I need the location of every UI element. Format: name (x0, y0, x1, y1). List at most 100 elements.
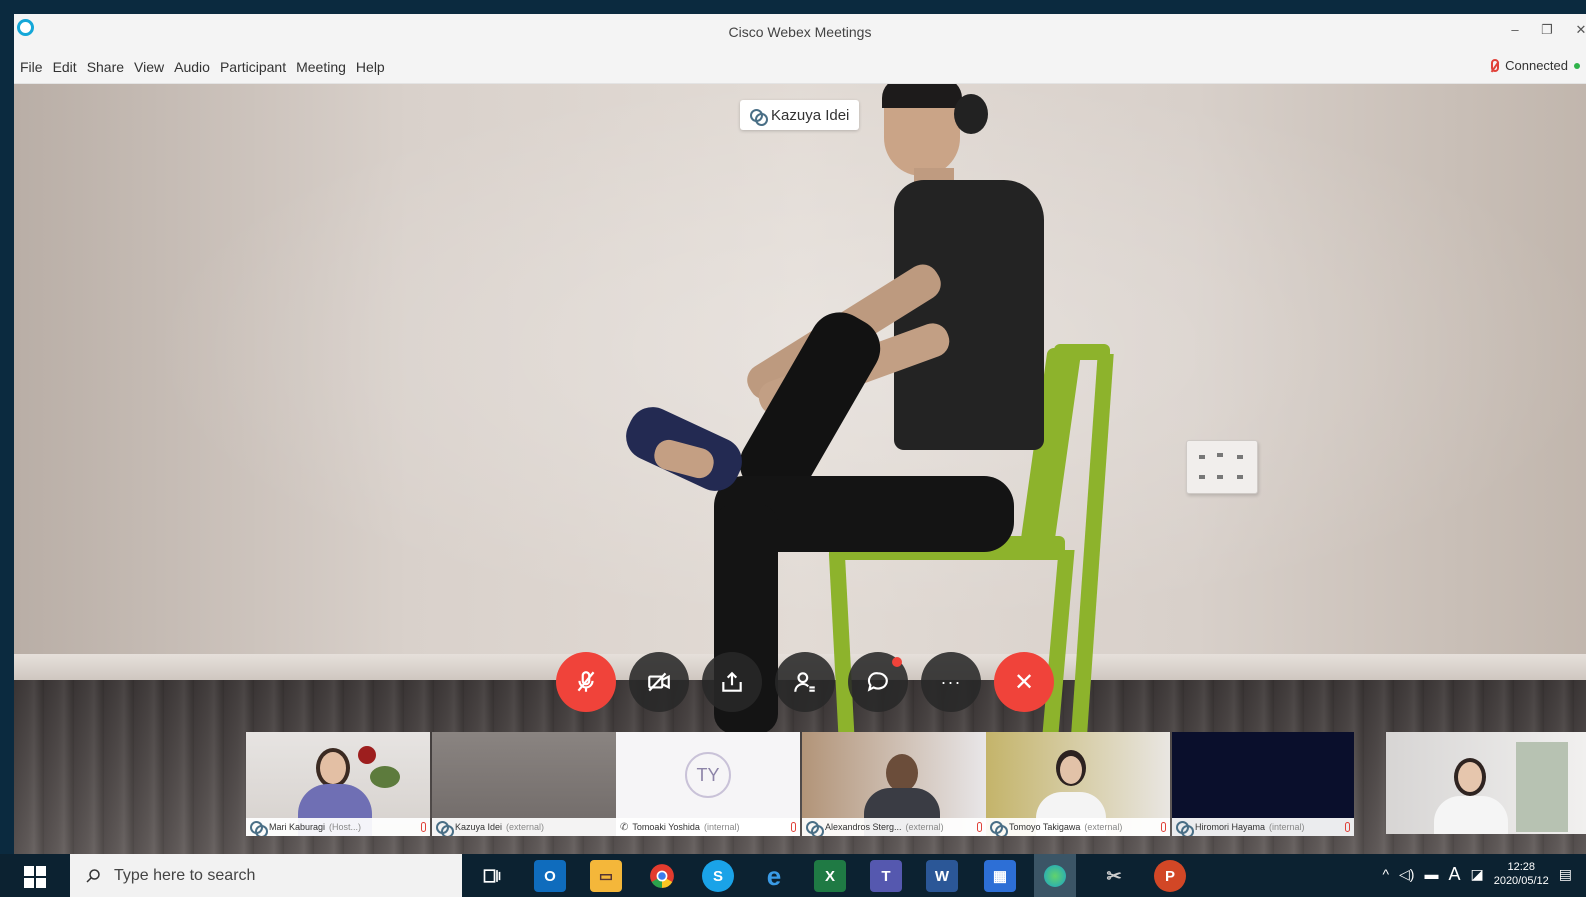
skype-icon[interactable]: S (702, 860, 734, 892)
camera-off-icon (648, 672, 670, 692)
participant-tile[interactable]: Hiromori Hayama (internal) (1172, 732, 1354, 836)
volume-icon[interactable]: ◁) (1399, 866, 1414, 883)
participant-filmstrip: Mari Kaburagi (Host...) Kazuya Idei (ext… (14, 732, 1586, 850)
menu-share[interactable]: Share (85, 59, 132, 75)
menu-audio[interactable]: Audio (172, 59, 218, 75)
powerpoint-icon[interactable]: P (1154, 860, 1186, 892)
calendar-icon[interactable]: ▦ (984, 860, 1016, 892)
participant-tile[interactable]: Mari Kaburagi (Host...) (246, 732, 430, 836)
microphone-muted-icon (1161, 822, 1166, 832)
microphone-muted-icon (791, 822, 796, 832)
chat-icon (867, 672, 888, 692)
participant-tag: (external) (506, 822, 545, 832)
webex-window: Cisco Webex Meetings – ❐ ✕ File Edit Sha… (14, 14, 1586, 854)
menu-view[interactable]: View (132, 59, 172, 75)
webex-user-icon (806, 820, 824, 836)
windows-start-button[interactable] (24, 866, 46, 888)
teams-icon[interactable]: T (870, 860, 902, 892)
connection-status-label: Connected (1505, 58, 1568, 73)
participant-name: Alexandros Sterg... (825, 822, 902, 832)
video-button[interactable] (629, 652, 689, 712)
search-icon (86, 868, 100, 883)
word-icon[interactable]: W (926, 860, 958, 892)
meeting-controls: ··· ✕ (556, 652, 1054, 712)
microphone-muted-icon (977, 822, 982, 832)
webex-user-icon (990, 820, 1008, 836)
leave-meeting-button[interactable]: ✕ (994, 652, 1054, 712)
screen: Cisco Webex Meetings – ❐ ✕ File Edit Sha… (0, 0, 1586, 897)
windows-taskbar: Type here to search O ▭ S e X T W ▦ ✂ P … (0, 854, 1586, 897)
active-speaker-name: Kazuya Idei (771, 106, 850, 124)
battery-icon[interactable]: ▬ (1424, 866, 1438, 882)
title-bar: Cisco Webex Meetings – ❐ ✕ (14, 14, 1586, 50)
notification-area-icon[interactable]: ◪ (1470, 866, 1483, 883)
chevron-up-icon[interactable]: ^ (1382, 866, 1389, 882)
minimize-button[interactable]: – (1504, 22, 1526, 37)
clock-time: 12:28 (1507, 861, 1535, 873)
microphone-muted-icon (1345, 822, 1350, 832)
window-title: Cisco Webex Meetings (728, 24, 872, 40)
task-view-icon[interactable] (476, 860, 508, 892)
participant-tile[interactable]: TY ✆ Tomoaki Yoshida (internal) (616, 732, 800, 836)
participant-tag: (external) (905, 822, 944, 832)
participant-tile[interactable]: Tomoyo Takigawa (external) (986, 732, 1170, 836)
webex-user-icon (1176, 820, 1194, 836)
microphone-muted-icon (421, 822, 426, 832)
menu-bar: File Edit Share View Audio Participant M… (14, 50, 1586, 84)
participant-tag: (external) (1084, 822, 1123, 832)
participant-initials-avatar: TY (685, 752, 731, 798)
ime-indicator[interactable]: A (1448, 864, 1460, 885)
menu-participant[interactable]: Participant (218, 59, 294, 75)
system-tray: ^ ◁) ▬ A ◪ 12:28 2020/05/12 ▤ (1382, 860, 1572, 888)
microphone-muted-icon (1491, 59, 1500, 72)
action-center-icon[interactable]: ▤ (1559, 866, 1572, 883)
participant-tile[interactable]: Alexandros Sterg... (external) (802, 732, 986, 836)
mute-button[interactable] (556, 652, 616, 712)
taskbar-search[interactable]: Type here to search (70, 854, 462, 897)
chrome-icon[interactable] (646, 860, 678, 892)
participant-name: Tomoaki Yoshida (632, 822, 700, 832)
microphone-muted-icon (577, 671, 595, 692)
more-icon: ··· (940, 671, 962, 692)
chat-button[interactable] (848, 652, 908, 712)
connection-status[interactable]: Connected (1491, 58, 1580, 73)
phone-icon: ✆ (620, 821, 629, 833)
participants-icon (794, 672, 815, 692)
menu-help[interactable]: Help (354, 59, 393, 75)
participant-tag: (internal) (703, 822, 740, 832)
webex-user-icon (250, 820, 268, 836)
snipping-icon[interactable]: ✂ (1098, 860, 1130, 892)
menu-meeting[interactable]: Meeting (294, 59, 354, 75)
clock-date: 2020/05/12 (1493, 875, 1549, 887)
outlook-icon[interactable]: O (534, 860, 566, 892)
webex-taskbar-icon[interactable] (1034, 854, 1076, 897)
file-explorer-icon[interactable]: ▭ (590, 860, 622, 892)
excel-icon[interactable]: X (814, 860, 846, 892)
participant-tag: (Host...) (329, 822, 362, 832)
search-placeholder: Type here to search (114, 866, 256, 884)
participant-tag: (internal) (1269, 822, 1305, 832)
restore-button[interactable]: ❐ (1536, 22, 1558, 38)
participant-tile[interactable]: Kazuya Idei (external) (432, 732, 616, 836)
self-view-tile[interactable] (1386, 732, 1586, 834)
wall-outlet (1186, 440, 1258, 494)
more-options-button[interactable]: ··· (921, 652, 981, 712)
webex-user-icon (750, 108, 768, 126)
participant-name: Kazuya Idei (455, 822, 503, 832)
participant-name: Hiromori Hayama (1195, 822, 1266, 832)
edge-icon[interactable]: e (758, 860, 790, 892)
menu-file[interactable]: File (18, 59, 51, 75)
participant-name: Mari Kaburagi (269, 822, 326, 832)
share-icon (722, 671, 742, 692)
participant-name: Tomoyo Takigawa (1009, 822, 1081, 832)
close-window-button[interactable]: ✕ (1570, 22, 1586, 38)
participants-button[interactable] (775, 652, 835, 712)
status-dot-icon (1574, 62, 1580, 69)
chat-unread-badge (892, 657, 902, 667)
taskbar-clock[interactable]: 12:28 2020/05/12 (1494, 860, 1549, 888)
close-icon: ✕ (1013, 668, 1035, 696)
menu-edit[interactable]: Edit (51, 59, 85, 75)
share-button[interactable] (702, 652, 762, 712)
main-video[interactable]: Kazuya Idei ··· ✕ Mari Kaburagi (Host...… (14, 84, 1586, 854)
webex-user-icon (436, 820, 454, 836)
